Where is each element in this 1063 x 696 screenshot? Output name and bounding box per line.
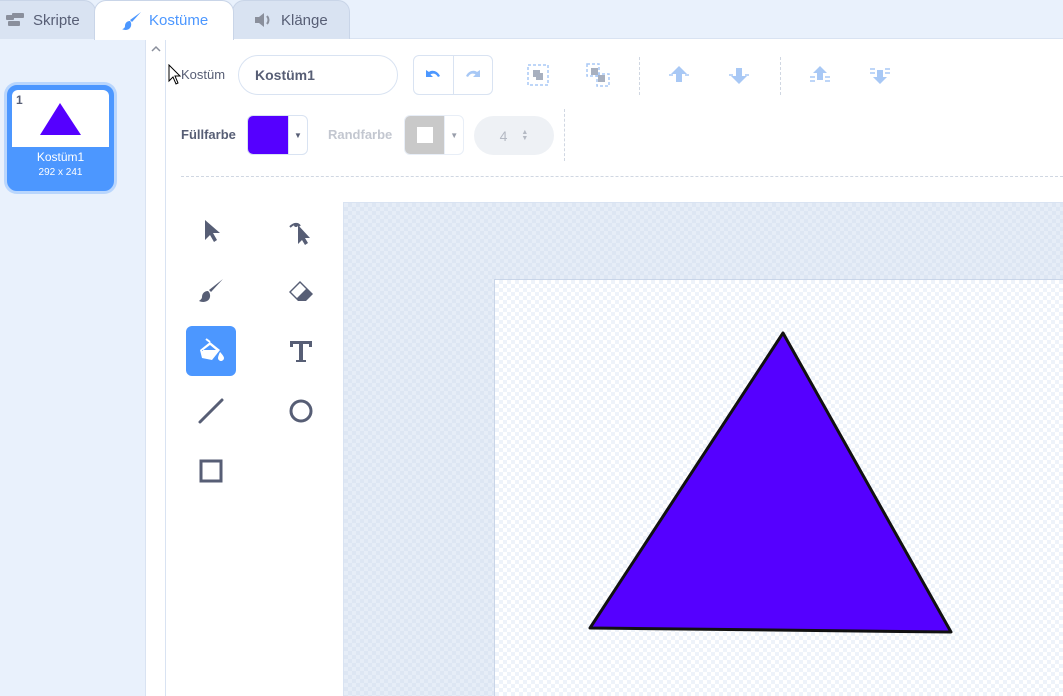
ungroup-icon xyxy=(586,63,610,87)
triangle-shape[interactable] xyxy=(588,331,953,634)
costume-name-input[interactable] xyxy=(238,55,398,95)
fill-color-picker[interactable]: ▼ xyxy=(247,115,308,155)
fill-bucket-icon xyxy=(200,338,224,361)
paintbrush-icon xyxy=(121,10,143,32)
arrow-up-to-top-icon xyxy=(810,66,830,82)
outline-color-label: Randfarbe xyxy=(328,127,393,142)
stepper-icon: ▲ ▼ xyxy=(521,128,529,142)
tool-reshape[interactable] xyxy=(276,206,326,256)
group-icon xyxy=(527,64,549,86)
outline-color-swatch xyxy=(405,116,445,154)
toolbar-bottom-divider xyxy=(181,176,1063,177)
paint-editor-app: Skripte Klänge Kostüme 1 Kostüm1 292 x 2… xyxy=(0,0,1063,696)
mouse-cursor-icon xyxy=(168,64,182,85)
paint-canvas[interactable] xyxy=(494,279,1063,696)
paint-canvas-area[interactable] xyxy=(343,202,1063,696)
outline-inner-square xyxy=(416,127,433,143)
code-icon xyxy=(5,9,27,31)
tab-klaenge-label: Klänge xyxy=(281,11,328,29)
tab-bar: Skripte Klänge Kostüme xyxy=(0,0,1063,40)
costume-thumbnail-triangle xyxy=(40,103,81,135)
tool-text[interactable] xyxy=(276,326,326,376)
tool-eraser[interactable] xyxy=(276,266,326,316)
tool-rectangle[interactable] xyxy=(186,446,236,496)
costume-item[interactable]: 1 Kostüm1 292 x 241 xyxy=(7,85,114,191)
tool-select[interactable] xyxy=(186,206,236,256)
front-button[interactable] xyxy=(805,60,835,90)
ungroup-button[interactable] xyxy=(583,60,613,90)
tab-klaenge[interactable]: Klänge xyxy=(232,0,350,39)
tab-kostueme[interactable]: Kostüme xyxy=(94,0,234,40)
brush-icon xyxy=(199,279,223,302)
speaker-icon xyxy=(253,9,275,31)
stroke-width-value: 4 xyxy=(499,127,508,144)
arrow-down-icon xyxy=(729,68,749,84)
costume-size: 292 x 241 xyxy=(38,167,83,178)
tab-skripte-label: Skripte xyxy=(33,11,80,29)
costume-list-scrollbar[interactable] xyxy=(146,39,166,696)
costume-list: 1 Kostüm1 292 x 241 xyxy=(0,39,146,696)
costume-name: Kostüm1 xyxy=(36,150,85,164)
forward-button[interactable] xyxy=(664,60,694,90)
toolbar-divider xyxy=(780,57,781,95)
eraser-icon xyxy=(289,281,313,301)
chevron-up-icon[interactable] xyxy=(150,43,162,55)
redo-button[interactable] xyxy=(452,56,493,94)
paint-editor: Kostüm Füllfarb xyxy=(167,39,1063,696)
tool-brush[interactable] xyxy=(186,266,236,316)
backward-button[interactable] xyxy=(724,60,754,90)
tool-line[interactable] xyxy=(186,386,236,436)
costume-name-label: Kostüm xyxy=(181,67,226,82)
caret-down-icon: ▼ xyxy=(444,116,463,154)
fill-color-label: Füllfarbe xyxy=(181,127,236,142)
text-icon xyxy=(290,341,312,362)
select-arrow-icon xyxy=(205,220,220,242)
arrow-up-icon xyxy=(669,66,689,82)
tool-fill[interactable] xyxy=(186,326,236,376)
fill-color-swatch xyxy=(248,116,288,154)
back-button[interactable] xyxy=(865,60,895,90)
rectangle-icon xyxy=(199,459,223,483)
caret-down-icon: ▼ xyxy=(288,116,307,154)
circle-icon xyxy=(289,399,313,423)
undo-button[interactable] xyxy=(414,56,453,94)
undo-redo-group xyxy=(413,55,493,95)
toolbar-divider xyxy=(564,109,565,161)
line-icon xyxy=(198,398,224,424)
stroke-width-input[interactable]: 4 ▲ ▼ xyxy=(474,116,554,155)
outline-color-picker[interactable]: ▼ xyxy=(404,115,464,155)
arrow-down-to-bottom-icon xyxy=(870,68,890,84)
costume-number: 1 xyxy=(16,93,23,107)
reshape-icon xyxy=(289,222,310,245)
tab-kostueme-label: Kostüme xyxy=(149,12,209,29)
toolbar-divider xyxy=(639,57,640,95)
redo-icon xyxy=(465,70,480,77)
undo-icon xyxy=(426,70,441,77)
group-button[interactable] xyxy=(523,60,553,90)
tool-circle[interactable] xyxy=(276,386,326,436)
tab-skripte[interactable]: Skripte xyxy=(0,0,96,39)
costume-thumbnail: 1 xyxy=(12,90,109,147)
canvas-drawing xyxy=(588,331,953,634)
